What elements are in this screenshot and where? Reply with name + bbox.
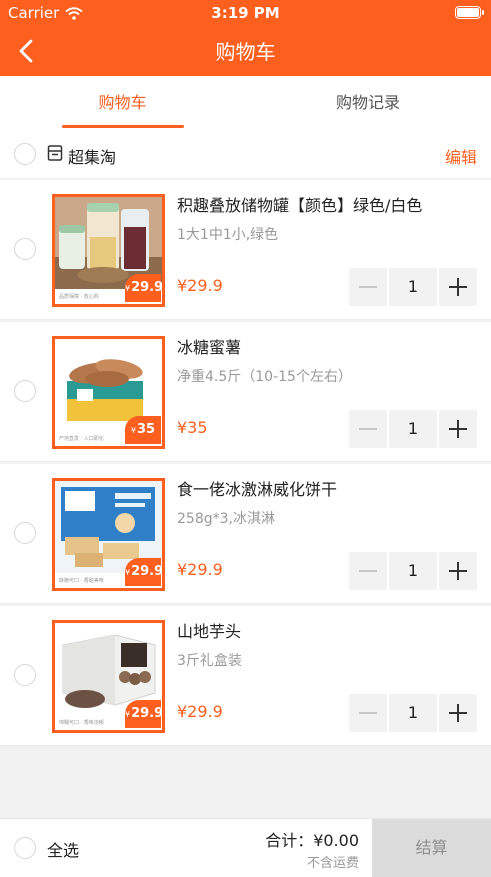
thumb-price-badge: ¥29.9 [125, 274, 164, 302]
cart-item: 品质保障 · 放心购 ¥29.9 积趣叠放储物罐【颜色】绿色/白色 1大1中1小… [0, 180, 491, 320]
edit-button[interactable]: 编辑 [445, 144, 477, 168]
quantity-value[interactable]: 1 [389, 552, 437, 590]
thumb-price: 29.9 [131, 280, 164, 295]
page-title: 购物车 [215, 40, 276, 64]
shop-select-checkbox[interactable] [14, 143, 36, 165]
cart-item: 产地直发 · 入口即化 ¥35 冰糖蜜薯 净重4.5斤（10-15个左右） ¥3… [0, 322, 491, 462]
thumb-price: 35 [137, 422, 156, 437]
quantity-stepper: 1 [349, 694, 477, 732]
thumb-price: 29.9 [131, 706, 164, 721]
shop-header: 超集淘 编辑 [0, 132, 491, 178]
status-time: 3:19 PM [211, 4, 280, 22]
item-name[interactable]: 山地芋头 [177, 618, 241, 642]
item-price: ¥35 [177, 418, 208, 437]
item-spec: 1大1中1小,绿色 [177, 227, 279, 243]
item-name[interactable]: 积趣叠放储物罐【颜色】绿色/白色 [177, 192, 422, 216]
increase-quantity-button[interactable] [439, 410, 477, 448]
battery-icon [455, 6, 484, 19]
product-image[interactable]: 酥脆可口 · 香甜美味 ¥29.9 [52, 478, 165, 591]
quantity-stepper: 1 [349, 552, 477, 590]
select-all-checkbox[interactable] [14, 837, 36, 859]
select-all-label[interactable]: 全选 [47, 837, 79, 861]
shipping-note: 不含运费 [306, 856, 359, 871]
item-price: ¥29.9 [177, 560, 223, 579]
item-select-checkbox[interactable] [14, 664, 36, 686]
item-select-checkbox[interactable] [14, 522, 36, 544]
product-image[interactable]: 品质保障 · 放心购 ¥29.9 [52, 194, 165, 307]
product-image[interactable]: 绵糯可口 · 香味浓郁 ¥29.9 [52, 620, 165, 733]
item-select-checkbox[interactable] [14, 238, 36, 260]
item-spec: 净重4.5斤（10-15个左右） [177, 369, 352, 385]
tab-purchase-history[interactable]: 购物记录 [245, 76, 491, 132]
total-amount: 合计：¥0.00 [265, 831, 359, 850]
decrease-quantity-button[interactable] [349, 268, 387, 306]
shop-name: 超集淘 [68, 148, 117, 167]
active-tab-indicator [62, 125, 184, 128]
thumb-price-badge: ¥29.9 [125, 700, 164, 728]
decrease-quantity-button[interactable] [349, 410, 387, 448]
item-spec: 258g*3,冰淇淋 [177, 511, 275, 527]
quantity-value[interactable]: 1 [389, 410, 437, 448]
checkout-button[interactable]: 结算 [372, 819, 491, 877]
cart-item: 酥脆可口 · 香甜美味 ¥29.9 食一佬冰激淋威化饼干 258g*3,冰淇淋 … [0, 464, 491, 604]
increase-quantity-button[interactable] [439, 268, 477, 306]
quantity-value[interactable]: 1 [389, 268, 437, 306]
quantity-value[interactable]: 1 [389, 694, 437, 732]
tab-cart[interactable]: 购物车 [0, 76, 245, 132]
item-price: ¥29.9 [177, 276, 223, 295]
store-icon [47, 145, 63, 161]
quantity-stepper: 1 [349, 410, 477, 448]
item-spec: 3斤礼盒装 [177, 653, 242, 669]
decrease-quantity-button[interactable] [349, 694, 387, 732]
nav-bar: 购物车 [0, 26, 491, 76]
decrease-quantity-button[interactable] [349, 552, 387, 590]
thumb-price: 29.9 [131, 564, 164, 579]
quantity-stepper: 1 [349, 268, 477, 306]
tab-bar: 购物车 购物记录 [0, 76, 491, 132]
thumb-price-badge: ¥29.9 [125, 558, 164, 586]
item-name[interactable]: 冰糖蜜薯 [177, 334, 241, 358]
cart-item: 绵糯可口 · 香味浓郁 ¥29.9 山地芋头 3斤礼盒装 ¥29.9 1 [0, 606, 491, 746]
product-image[interactable]: 产地直发 · 入口即化 ¥35 [52, 336, 165, 449]
item-name[interactable]: 食一佬冰激淋威化饼干 [177, 476, 337, 500]
item-price: ¥29.9 [177, 702, 223, 721]
checkout-bar: 全选 合计：¥0.00 不含运费 结算 [0, 818, 491, 877]
status-bar: Carrier 3:19 PM [0, 0, 491, 26]
increase-quantity-button[interactable] [439, 694, 477, 732]
thumb-price-badge: ¥35 [125, 416, 161, 444]
increase-quantity-button[interactable] [439, 552, 477, 590]
header-bar: Carrier 3:19 PM 购物车 [0, 0, 491, 76]
item-select-checkbox[interactable] [14, 380, 36, 402]
